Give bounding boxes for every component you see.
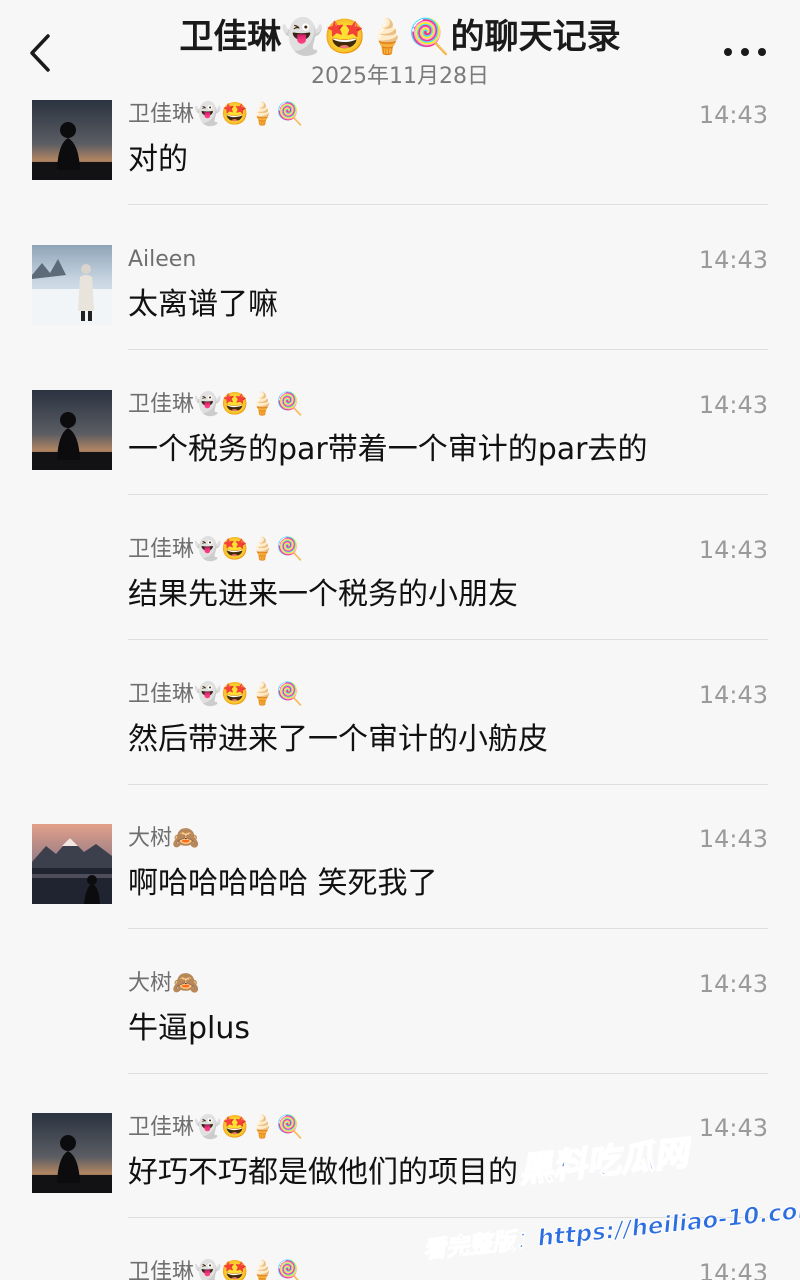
avatar-silhouette-image <box>32 390 112 470</box>
divider <box>128 639 768 640</box>
avatar[interactable] <box>32 245 112 325</box>
message-text: 一个税务的par带着一个审计的par去的 <box>128 432 648 467</box>
sender-name: 大树🙈 <box>128 826 200 851</box>
divider <box>128 349 768 350</box>
avatar-snow-image <box>32 245 112 325</box>
message-text: 太离谱了嘛 <box>128 287 278 322</box>
chat-history-header: 卫佳琳👻🤩🍦🍭的聊天记录 2025年11月28日 <box>0 0 800 96</box>
message-text: 然后带进来了一个审计的小舫皮 <box>128 722 548 757</box>
message-time: 14:43 <box>698 246 768 274</box>
message-time: 14:43 <box>698 681 768 709</box>
message-time: 14:43 <box>698 101 768 129</box>
message-item[interactable]: 卫佳琳👻🤩🍦🍭 14:43 对的 <box>0 100 800 244</box>
chevron-left-icon <box>30 34 50 72</box>
sender-name: 卫佳琳👻🤩🍦🍭 <box>128 102 304 127</box>
divider <box>128 204 768 205</box>
message-item[interactable]: Aileen 14:43 太离谱了嘛 <box>0 245 800 389</box>
page-title: 卫佳琳👻🤩🍦🍭的聊天记录 <box>179 17 621 57</box>
more-dots-icon <box>724 48 732 56</box>
message-text: 对的 <box>128 142 188 177</box>
divider <box>128 1217 768 1218</box>
divider <box>128 1073 768 1074</box>
message-item[interactable]: 大树🙈 14:43 啊哈哈哈哈哈 笑死我了 <box>0 824 800 968</box>
message-time: 14:43 <box>698 970 768 998</box>
divider <box>128 784 768 785</box>
sender-name: 卫佳琳👻🤩🍦🍭 <box>128 392 304 417</box>
message-text: 结果先进来一个税务的小朋友 <box>128 577 518 612</box>
avatar[interactable] <box>32 390 112 470</box>
avatar[interactable] <box>32 824 112 904</box>
sender-name: Aileen <box>128 247 197 272</box>
divider <box>128 494 768 495</box>
message-item[interactable]: 卫佳琳👻🤩🍦🍭 14:43 结果先进来一个税务的小朋友 <box>0 535 800 679</box>
message-text: 牛逼plus <box>128 1011 251 1046</box>
avatar-silhouette-image <box>32 1113 112 1193</box>
avatar[interactable] <box>32 100 112 180</box>
sender-name: 卫佳琳👻🤩🍦🍭 <box>128 1115 304 1140</box>
message-time: 14:43 <box>698 536 768 564</box>
message-time: 14:43 <box>698 391 768 419</box>
divider <box>128 928 768 929</box>
sender-name: 卫佳琳👻🤩🍦🍭 <box>128 537 304 562</box>
message-item[interactable]: 卫佳琳👻🤩🍦🍭 14:43 然后带进来了一个审计的小舫皮 <box>0 680 800 824</box>
sender-name: 卫佳琳👻🤩🍦🍭 <box>128 1260 304 1280</box>
message-item[interactable]: 卫佳琳👻🤩🍦🍭 14:43 一个税务的par带着一个审计的par去的 <box>0 390 800 534</box>
message-item[interactable]: 卫佳琳👻🤩🍦🍭 14:43 <box>0 1258 800 1280</box>
message-time: 14:43 <box>698 1259 768 1280</box>
avatar-silhouette-image <box>32 100 112 180</box>
message-text: 好巧不巧都是做他们的项目的 <box>128 1155 518 1190</box>
avatar[interactable] <box>32 1113 112 1193</box>
message-text: 啊哈哈哈哈哈 笑死我了 <box>128 866 438 901</box>
message-time: 14:43 <box>698 1114 768 1142</box>
back-button[interactable] <box>24 30 60 76</box>
more-button[interactable] <box>718 36 772 66</box>
sender-name: 卫佳琳👻🤩🍦🍭 <box>128 682 304 707</box>
message-item[interactable]: 卫佳琳👻🤩🍦🍭 14:43 好巧不巧都是做他们的项目的 <box>0 1113 800 1257</box>
message-time: 14:43 <box>698 825 768 853</box>
chat-date: 2025年11月28日 <box>311 64 489 89</box>
sender-name: 大树🙈 <box>128 971 200 996</box>
message-item[interactable]: 大树🙈 14:43 牛逼plus <box>0 969 800 1113</box>
avatar-mountain-lake-image <box>32 824 112 904</box>
